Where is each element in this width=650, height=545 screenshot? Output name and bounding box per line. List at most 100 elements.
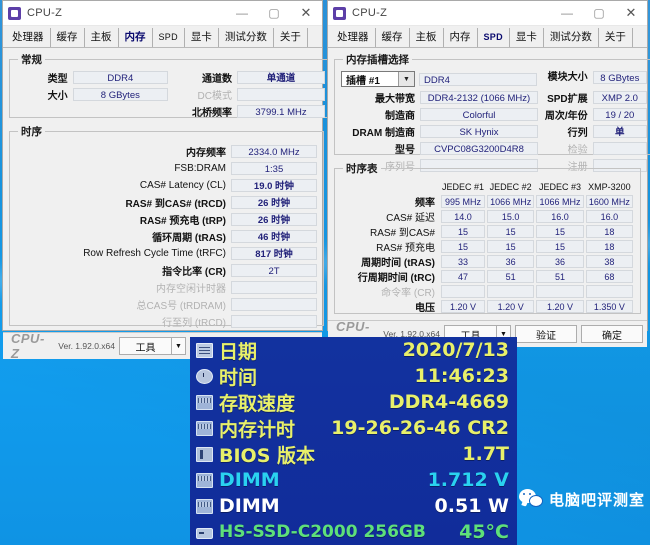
value-spd-ext: XMP 2.0 xyxy=(592,91,647,104)
slot-select-value: 插槽 #1 xyxy=(346,75,380,87)
tab-bench-right[interactable]: 测试分数 xyxy=(544,28,599,47)
tab-spd-right[interactable]: SPD xyxy=(478,28,510,47)
label-part-number: 型号 xyxy=(395,145,415,156)
row-label-command-rate: 命令率 (CR) xyxy=(381,288,435,299)
cell-value: 36 xyxy=(536,255,584,268)
timing-label: 指令比率 (CR) xyxy=(162,267,226,278)
tab-mainboard-left[interactable]: 主板 xyxy=(85,28,119,47)
row-label-frequency: 频率 xyxy=(415,198,435,209)
tab-graphics-left[interactable]: 显卡 xyxy=(185,28,219,47)
cell-value: 38 xyxy=(585,255,633,268)
cell-value: 18 xyxy=(585,225,633,238)
timing-row: 内存频率 2334.0 MHz xyxy=(16,144,317,159)
minimize-button-right[interactable]: — xyxy=(551,2,583,25)
osd-label-memory-timings: 内存计时 xyxy=(219,418,296,441)
cell-value: 15 xyxy=(487,240,535,253)
tab-memory-right[interactable]: 内存 xyxy=(444,28,478,47)
minimize-button-left[interactable]: — xyxy=(226,2,258,25)
timings-group: 时序 内存频率 2334.0 MHz FSB:DRAM 1:35 CAS# La… xyxy=(9,124,324,329)
cell-value: 68 xyxy=(585,270,633,283)
osd-row-dimm-power: DIMM 0.51 W xyxy=(190,493,517,519)
hardware-monitor-osd: 日期 2020/7/13 时间 11:46:23 存取速度 DDR4-4669 … xyxy=(190,337,517,545)
title-bar-left[interactable]: CPU-Z — ▢ ✕ xyxy=(3,1,322,26)
slot-select-dropdown[interactable]: 插槽 #1 ▼ xyxy=(341,71,415,87)
cell-value: 51 xyxy=(536,270,584,283)
osd-value-dimm-voltage: 1.712 V xyxy=(427,469,509,491)
label-spd-ext: SPD扩展 xyxy=(547,94,588,105)
label-correction: 检验 xyxy=(567,145,588,156)
value-module-type: DDR4 xyxy=(419,72,537,86)
value-max-bandwidth: DDR4-2132 (1066 MHz) xyxy=(420,91,538,104)
close-button-left[interactable]: ✕ xyxy=(290,2,322,25)
osd-row-dimm-voltage: DIMM 1.712 V xyxy=(190,467,517,493)
maximize-button-left[interactable]: ▢ xyxy=(258,2,290,25)
ram-icon xyxy=(196,498,213,514)
memory-panel-body: 常规 类型 DDR4 大小 8 GBytes 通道数 单通道 DC模式 北桥频率… xyxy=(3,48,333,332)
timing-value: 817 时钟 xyxy=(231,247,317,260)
tab-processor-right[interactable]: 处理器 xyxy=(331,28,376,47)
cpuz-app-icon xyxy=(8,6,21,20)
tab-caches-right[interactable]: 缓存 xyxy=(376,28,410,47)
label-week-year: 周次/年份 xyxy=(544,111,588,122)
cpuz-spd-window[interactable]: CPU-Z — ▢ ✕ 处理器 缓存 主板 内存 SPD 显卡 测试分数 关于 … xyxy=(325,0,650,349)
ram-icon xyxy=(196,420,213,436)
cell-value: 51 xyxy=(487,270,535,283)
osd-value-memory-speed: DDR4-4669 xyxy=(388,391,509,413)
tab-about-left[interactable]: 关于 xyxy=(274,28,308,47)
timing-value: 46 时钟 xyxy=(231,230,317,243)
tools-dropdown-arrow-left[interactable]: ▼ xyxy=(171,337,186,355)
tools-button-left[interactable]: 工具 xyxy=(119,337,171,355)
slot-selection-group: 内存插槽选择 插槽 #1 ▼ DDR4 最大带宽 DDR4-2132 (1066… xyxy=(334,52,650,173)
ok-button-right[interactable]: 确定 xyxy=(581,325,643,343)
osd-label-memory-speed: 存取速度 xyxy=(219,392,296,415)
row-label-trc: 行周期时间 (tRC) xyxy=(357,273,435,284)
timing-value: 1:35 xyxy=(231,162,317,175)
tab-caches-left[interactable]: 缓存 xyxy=(51,28,85,47)
clock-icon xyxy=(196,368,213,384)
row-label-tras: 周期时间 (tRAS) xyxy=(361,258,435,269)
cpuz-memory-window[interactable]: CPU-Z — ▢ ✕ 处理器 缓存 主板 内存 SPD 显卡 测试分数 关于 … xyxy=(0,0,333,361)
validate-button-right[interactable]: 验证 xyxy=(515,325,577,343)
cell-value xyxy=(585,285,633,298)
timing-table-row: RAS# 预充电 15 15 15 18 xyxy=(341,239,634,254)
tab-mainboard-right[interactable]: 主板 xyxy=(410,28,444,47)
osd-label-ssd: HS-SSD-C2000 256GB xyxy=(219,522,426,542)
cell-value: 1066 MHz xyxy=(536,195,584,208)
osd-row-memory-timings: 内存计时 19-26-26-46 CR2 xyxy=(190,415,517,441)
cell-value: 1.20 V xyxy=(536,300,584,313)
value-ranks: 单 xyxy=(592,125,647,138)
value-correction xyxy=(592,142,647,155)
timing-label: RAS# 预充电 (tRP) xyxy=(139,216,226,227)
tab-strip-left[interactable]: 处理器 缓存 主板 内存 SPD 显卡 测试分数 关于 xyxy=(3,26,322,48)
tab-processor-left[interactable]: 处理器 xyxy=(6,28,51,47)
label-manufacturer: 制造商 xyxy=(385,111,415,122)
row-memory-type: 类型 DDR4 xyxy=(16,70,168,85)
tab-spd-left[interactable]: SPD xyxy=(153,28,185,47)
general-group: 常规 类型 DDR4 大小 8 GBytes 通道数 单通道 DC模式 北桥频率… xyxy=(9,52,333,119)
timing-label: RAS# 到CAS# (tRCD) xyxy=(125,199,226,210)
row-label-ras-to-cas: RAS# 到CAS# xyxy=(369,228,435,239)
osd-value-ssd-temp: 45°C xyxy=(459,521,509,543)
cell-value: 14.0 xyxy=(441,210,486,223)
tab-strip-right[interactable]: 处理器 缓存 主板 内存 SPD 显卡 测试分数 关于 xyxy=(328,26,647,48)
cell-value xyxy=(487,285,535,298)
close-button-right[interactable]: ✕ xyxy=(615,2,647,25)
value-memory-size: 8 GBytes xyxy=(72,88,168,101)
row-channels: 通道数 单通道 xyxy=(174,70,326,85)
column-header-xmp: XMP-3200 xyxy=(588,181,631,192)
osd-label-time: 时间 xyxy=(219,366,258,389)
spd-right-row: SPD扩展 XMP 2.0 xyxy=(543,90,647,105)
tab-graphics-right[interactable]: 显卡 xyxy=(510,28,544,47)
timing-label: 循环周期 (tRAS) xyxy=(152,233,226,244)
timing-table-header-row: JEDEC #1 JEDEC #2 JEDEC #3 XMP-3200 xyxy=(341,179,634,194)
cpuz-app-icon xyxy=(333,6,346,20)
tab-memory-left[interactable]: 内存 xyxy=(119,28,153,47)
row-label-voltage: 电压 xyxy=(415,303,435,314)
chevron-down-icon[interactable]: ▼ xyxy=(398,72,414,86)
title-bar-right[interactable]: CPU-Z — ▢ ✕ xyxy=(328,1,647,26)
timing-table-row: 命令率 (CR) xyxy=(341,284,634,299)
tab-bench-left[interactable]: 测试分数 xyxy=(219,28,274,47)
general-legend: 常规 xyxy=(21,54,42,66)
maximize-button-right[interactable]: ▢ xyxy=(583,2,615,25)
tab-about-right[interactable]: 关于 xyxy=(599,28,633,47)
